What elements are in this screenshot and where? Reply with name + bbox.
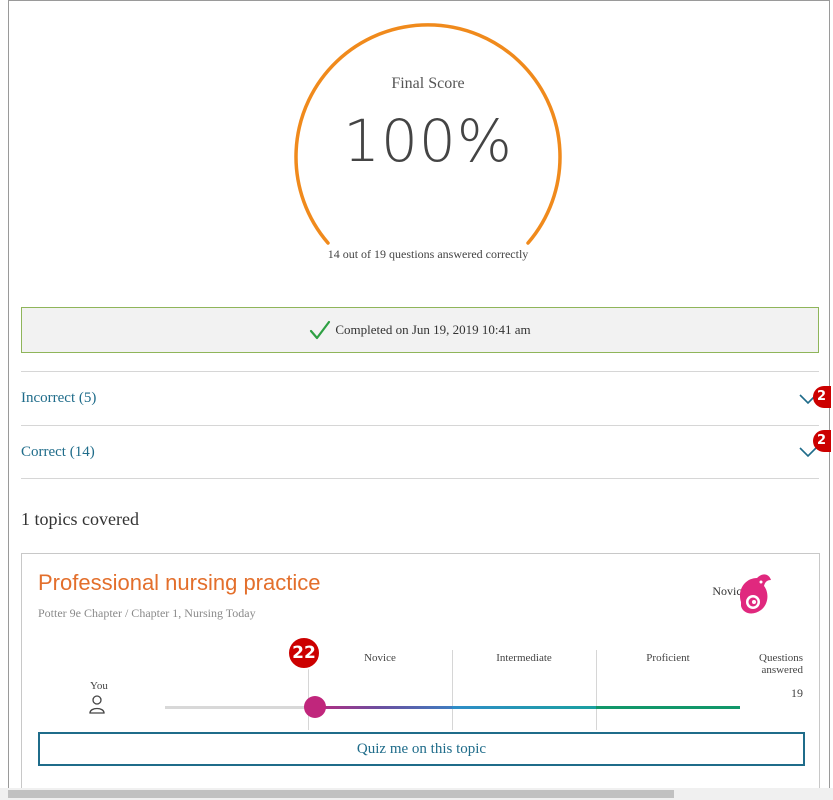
annotation-badge: 2 [813, 430, 831, 452]
annotation-badge: 22 [287, 636, 321, 670]
horizontal-scrollbar[interactable] [0, 788, 833, 800]
accordion-incorrect-label: Incorrect (5) [21, 390, 97, 406]
you-label: You [90, 680, 108, 692]
topic-title: Professional nursing practice [38, 570, 321, 595]
topic-subtitle: Potter 9e Chapter / Chapter 1, Nursing T… [38, 606, 256, 620]
topics-heading: 1 topics covered [21, 509, 139, 529]
scale-label-proficient: Proficient [646, 652, 690, 664]
score-subtitle: 14 out of 19 questions answered correctl… [327, 247, 529, 261]
scale-label-intermediate: Intermediate [496, 652, 552, 664]
checkmark-icon [310, 320, 331, 340]
annotation-badge: 2 [813, 386, 831, 408]
scrollbar-thumb[interactable] [8, 790, 674, 798]
completion-banner: Completed on Jun 19, 2019 10:41 am [21, 307, 819, 353]
progress-segment-intermediate [452, 706, 596, 709]
progress-segment-proficient [596, 706, 740, 709]
results-panel: Final Score 100% 14 out of 19 questions … [8, 0, 831, 793]
chameleon-icon [739, 574, 771, 614]
score-value: 100% [343, 107, 513, 175]
score-gauge: Final Score 100% 14 out of 19 questions … [294, 15, 562, 285]
accordion-correct-label: Correct (14) [21, 443, 95, 460]
topic-card: Professional nursing practice Potter 9e … [21, 553, 820, 793]
quiz-me-button[interactable]: Quiz me on this topic [38, 732, 805, 766]
questions-answered-label: Questions answered [759, 652, 803, 676]
completion-text: Completed on Jun 19, 2019 10:41 am [335, 322, 531, 337]
chevron-down-icon[interactable] [799, 446, 817, 458]
progress-thumb [303, 696, 326, 718]
scale-label-novice: Novice [364, 652, 396, 664]
accordion-correct[interactable]: Correct (14) [21, 425, 819, 479]
score-title: Final Score [391, 75, 465, 92]
progress-segment-novice [308, 706, 452, 709]
questions-answered-value: 19 [791, 686, 803, 700]
person-icon [89, 695, 105, 714]
accordion-incorrect[interactable]: Incorrect (5) [21, 371, 819, 425]
